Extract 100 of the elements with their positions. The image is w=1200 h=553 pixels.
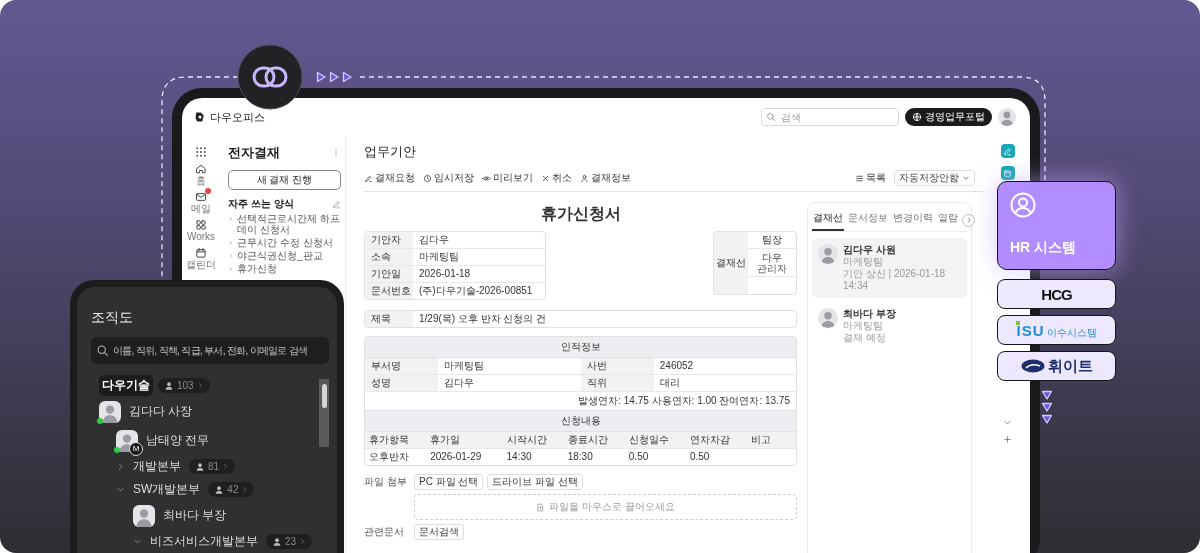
nav-item[interactable]: 홈 [195, 163, 207, 186]
member-count[interactable]: 23 [266, 534, 313, 549]
approver-name: 김다우 사원 [843, 244, 897, 256]
approver-title: 관리자 [757, 262, 787, 274]
panel-title: 조직도 [91, 309, 134, 325]
field-label: 직위 [580, 375, 654, 392]
calendar-icon [1003, 168, 1012, 178]
chevron-down-icon [962, 174, 970, 182]
file-select-button[interactable]: PC 파일 선택 [414, 474, 484, 490]
new-approval-button[interactable]: 새 결재 진행 [228, 170, 341, 190]
field-label: 기안자 [365, 232, 413, 249]
field-label: 결재선 [714, 232, 748, 294]
close-icon [541, 173, 550, 183]
chevron-right-icon [228, 253, 234, 259]
field-value: 246052 [653, 358, 796, 375]
panel-tab[interactable]: 문서정보 [847, 209, 889, 231]
member-count[interactable]: 42 [208, 482, 255, 497]
form-link[interactable]: 근무시간 수정 신청서 [228, 237, 341, 248]
eye-icon [482, 173, 491, 183]
clock-icon [423, 173, 432, 183]
nav-item[interactable] [195, 146, 207, 158]
search-field[interactable]: 이름, 직위, 직책, 직급, 부서, 전화, 이메일로 검색 [91, 337, 329, 364]
avatar [818, 244, 838, 264]
field-label: 제목 [365, 311, 413, 327]
org-unit-name[interactable]: 개발본부 [130, 456, 184, 477]
panel-tab[interactable]: 결재선 [812, 209, 844, 231]
form-link[interactable]: 휴가신청 [228, 263, 341, 274]
document-search-button[interactable]: 문서검색 [414, 524, 464, 540]
calendar-button[interactable] [1000, 166, 1015, 180]
approver-card[interactable]: 최바다 부장 마케팅팀 결재 예정 [812, 302, 967, 350]
table-cell-text: 0.50 [688, 450, 711, 464]
form-link[interactable]: 선택적근로시간제 하프데이 신청서 [228, 213, 341, 235]
toolbar-button[interactable]: 미리보기 [482, 171, 533, 185]
member-count[interactable]: 103 [158, 378, 210, 393]
toolbar-button[interactable]: 결재정보 [580, 171, 631, 185]
avatar [818, 308, 838, 328]
memo-button[interactable] [1000, 144, 1015, 158]
chevron-right-icon [299, 538, 307, 545]
system-card[interactable]: 휘이트 [997, 351, 1116, 381]
plus-icon [1003, 435, 1012, 444]
org-unit-name[interactable]: SW개발본부 [130, 479, 204, 500]
column-header: 연차차감 [685, 432, 748, 449]
field-value: (주)다우기술-2026-00851 [418, 284, 534, 298]
approver-card[interactable]: 김다우 사원 마케팅팀 기안 상신 | 2026-01-18 14:34 [812, 238, 967, 298]
scrollbar[interactable] [319, 379, 329, 447]
org-unit-name[interactable]: 비즈서비스개발본부 [147, 531, 261, 552]
panel-tab[interactable]: 열람 [937, 209, 959, 231]
table-cell-text: 14:30 [505, 450, 533, 464]
approver-team: 마케팅팀 [843, 256, 884, 268]
chevron-right-icon [228, 216, 234, 222]
org-unit-name[interactable]: 다우기술 [99, 375, 153, 396]
portal-button[interactable]: 경영업무포털 [905, 108, 992, 126]
member-name[interactable]: 최바다 부장 [163, 507, 227, 524]
search-field[interactable]: 검색 [761, 108, 899, 126]
avatar [133, 504, 155, 527]
expand-button[interactable] [1003, 418, 1012, 427]
edit-icon [1003, 146, 1012, 156]
toolbar-button[interactable]: 임시저장 [423, 171, 474, 185]
add-button[interactable] [1003, 435, 1012, 444]
autosave-select[interactable]: 자동저장안함 [894, 170, 975, 186]
person-icon [580, 173, 589, 183]
four-squares-icon [195, 219, 207, 231]
triangle-arrow-icon [329, 71, 339, 83]
system-card[interactable]: HCG [997, 279, 1116, 309]
member-count[interactable]: 81 [189, 459, 236, 474]
approver-name: 다우 [762, 251, 782, 263]
field-value: 마케팅팀 [438, 358, 581, 375]
table-cell-text: 2026-01-29 [429, 450, 483, 464]
section-title: 자주 쓰는 양식 [228, 197, 294, 211]
field-value: 대리 [653, 375, 796, 392]
person-icon [164, 380, 174, 391]
nav-item[interactable]: 메일 [191, 191, 211, 214]
field-value: 2026-01-18 [413, 266, 545, 283]
toolbar-button[interactable]: 결재요청 [364, 171, 415, 185]
form-link[interactable]: 야근식권신청_판교 [228, 250, 341, 261]
field-label: 기안일 [365, 266, 413, 283]
user-avatar[interactable] [998, 108, 1016, 126]
file-select-button[interactable]: 드라이브 파일 선택 [487, 474, 583, 490]
member-name[interactable]: 김다다 사장 [129, 403, 193, 420]
scroll-tabs-button[interactable] [962, 213, 975, 227]
home-icon [195, 163, 207, 175]
user-icon [1010, 192, 1036, 218]
avatar [116, 429, 138, 452]
panel-tab[interactable]: 변경이력 [892, 209, 934, 231]
edit-button[interactable] [332, 199, 341, 209]
apps-grid-icon [195, 146, 207, 158]
toolbar-button[interactable]: 취소 [541, 171, 572, 185]
list-button[interactable]: 목록 [855, 171, 886, 185]
page-title: 업무기안 [364, 144, 417, 160]
table-cell-text: 오후반차 [368, 450, 410, 464]
nav-item[interactable]: 캘린더 [186, 247, 216, 270]
column-header: 휴가항목 [365, 432, 427, 449]
sidebar-title: 전자결재 [228, 144, 280, 162]
approval-status: 결재 예정 [843, 332, 887, 344]
table-cell-text: 18:30 [566, 450, 594, 464]
nav-item[interactable]: Works [186, 219, 216, 242]
calendar-icon [195, 247, 207, 259]
member-name[interactable]: 남태양 전무 [146, 432, 210, 449]
field-value: 마케팅팀 [413, 249, 545, 266]
field-label: 소속 [365, 249, 413, 266]
